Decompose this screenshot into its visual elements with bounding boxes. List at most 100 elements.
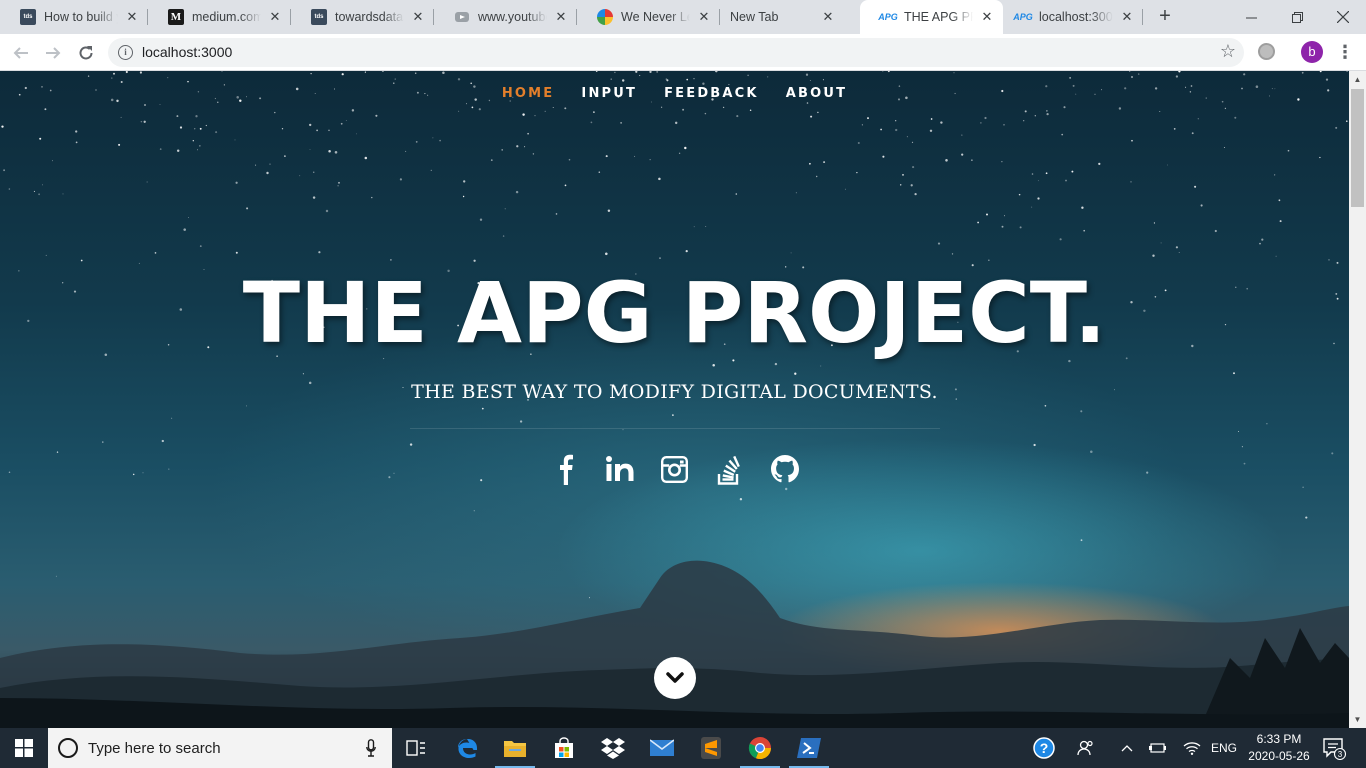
profile-avatar[interactable]: b: [1301, 41, 1323, 63]
chrome-icon[interactable]: [736, 728, 784, 768]
scroll-up-arrow-icon[interactable]: ▲: [1349, 71, 1366, 88]
scroll-down-arrow-icon[interactable]: ▼: [1349, 711, 1366, 728]
address-bar[interactable]: i localhost:3000 ☆: [108, 38, 1244, 67]
tab-close-icon[interactable]: ✕: [1119, 9, 1135, 25]
extension-icon[interactable]: [1258, 43, 1275, 60]
reload-icon: [79, 46, 93, 60]
new-tab-button[interactable]: +: [1155, 6, 1175, 27]
mail-icon[interactable]: [638, 728, 686, 768]
nav-link-home[interactable]: HOME: [502, 86, 555, 101]
clock[interactable]: 6:33 PM 2020-05-26: [1248, 731, 1310, 765]
nav-link-feedback[interactable]: FEEDBACK: [664, 86, 759, 101]
reload-button[interactable]: [73, 40, 99, 66]
browser-tab-strip: tds How to build your ✕ M medium.com ✕ t…: [0, 0, 1366, 34]
wifi-icon[interactable]: [1180, 728, 1204, 768]
github-icon[interactable]: [769, 451, 800, 487]
tab-close-icon[interactable]: ✕: [979, 9, 995, 25]
browser-tab-active[interactable]: APG THE APG PROJECT ✕: [860, 0, 1003, 34]
browser-tab[interactable]: APG localhost:3000 ✕: [1003, 0, 1143, 34]
forward-button[interactable]: [40, 40, 66, 66]
tab-title: THE APG PROJECT: [904, 10, 973, 24]
tab-close-icon[interactable]: ✕: [696, 9, 712, 25]
start-button[interactable]: [0, 728, 48, 768]
mountain-silhouette: [0, 560, 1349, 728]
browser-menu-icon[interactable]: ⋮: [1336, 41, 1354, 63]
close-window-button[interactable]: [1320, 0, 1366, 34]
tab-title: localhost:3000: [1039, 10, 1113, 24]
task-view-icon[interactable]: [392, 728, 440, 768]
back-button[interactable]: [8, 40, 34, 66]
facebook-icon[interactable]: [549, 451, 580, 487]
youtube-icon: [454, 9, 470, 25]
tab-title: www.youtube.com: [478, 10, 547, 24]
minimize-button[interactable]: [1228, 0, 1274, 34]
browser-tab[interactable]: www.youtube.com ✕: [434, 0, 577, 34]
tab-title: medium.com: [192, 10, 261, 24]
hero-subtitle: THE BEST WAY TO MODIFY DIGITAL DOCUMENTS…: [411, 381, 938, 403]
social-links: [0, 451, 1349, 487]
minimize-icon: [1245, 17, 1257, 18]
nav-link-about[interactable]: ABOUT: [786, 86, 847, 101]
tab-close-icon[interactable]: ✕: [124, 9, 140, 25]
svg-text:?: ?: [1040, 740, 1049, 756]
windows-taskbar: Type here to search ? ENG 6:33 PM 2020-0…: [0, 728, 1366, 768]
apg-icon: APG: [878, 12, 898, 22]
apg-icon: APG: [1013, 12, 1033, 22]
search-placeholder[interactable]: Type here to search: [88, 740, 221, 757]
store-icon[interactable]: [540, 728, 588, 768]
help-icon[interactable]: ?: [1030, 728, 1058, 768]
tds-icon: tds: [20, 9, 36, 25]
hero-title: THE APG PROJECT.: [242, 264, 1107, 362]
taskbar-search[interactable]: Type here to search: [48, 728, 392, 768]
scrollbar-thumb[interactable]: [1351, 89, 1364, 207]
nav-link-input[interactable]: INPUT: [581, 86, 637, 101]
tab-title: We Never Learn: [621, 10, 690, 24]
tab-title: New Tab: [730, 10, 779, 24]
file-explorer-icon[interactable]: [491, 728, 539, 768]
battery-icon[interactable]: [1146, 728, 1170, 768]
page-scrollbar[interactable]: ▲ ▼: [1349, 71, 1366, 728]
divider: [410, 428, 940, 429]
browser-tab[interactable]: We Never Learn ✕: [577, 0, 720, 34]
chevron-down-icon: [666, 672, 684, 683]
site-navbar: HOME INPUT FEEDBACK ABOUT: [0, 86, 1349, 101]
browser-toolbar: i localhost:3000 ☆: [0, 34, 1366, 71]
arrow-right-icon: [46, 47, 61, 59]
cortana-icon: [58, 738, 78, 758]
language-indicator[interactable]: ENG: [1210, 728, 1238, 768]
people-icon[interactable]: [1074, 728, 1098, 768]
colorwheel-icon: [597, 9, 613, 25]
notification-icon[interactable]: 3: [1322, 736, 1346, 760]
info-icon[interactable]: i: [118, 45, 133, 60]
linkedin-icon[interactable]: [604, 451, 635, 487]
browser-tab[interactable]: New Tab ✕: [720, 0, 860, 34]
bookmark-star-icon[interactable]: ☆: [1220, 41, 1236, 62]
powershell-icon[interactable]: [785, 728, 833, 768]
instagram-icon[interactable]: [659, 451, 690, 487]
restore-icon: [1291, 11, 1303, 23]
windows-logo-icon: [15, 739, 33, 757]
restore-button[interactable]: [1274, 0, 1320, 34]
tab-close-icon[interactable]: ✕: [410, 9, 426, 25]
tab-title: How to build your: [44, 10, 118, 24]
tab-title: towardsdatascience: [335, 10, 404, 24]
browser-tab[interactable]: M medium.com ✕: [148, 0, 291, 34]
scroll-down-button[interactable]: [654, 657, 696, 699]
chevron-up-icon[interactable]: [1116, 728, 1138, 768]
arrow-left-icon: [13, 47, 28, 59]
tab-close-icon[interactable]: ✕: [553, 9, 569, 25]
url-text[interactable]: localhost:3000: [142, 44, 232, 60]
browser-tab[interactable]: tds towardsdatascience ✕: [291, 0, 434, 34]
stackoverflow-icon[interactable]: [714, 451, 745, 487]
tab-close-icon[interactable]: ✕: [820, 9, 836, 25]
dropbox-icon[interactable]: [589, 728, 637, 768]
tab-close-icon[interactable]: ✕: [267, 9, 283, 25]
medium-icon: M: [168, 9, 184, 25]
notification-count: 3: [1338, 750, 1343, 759]
edge-icon[interactable]: [443, 728, 491, 768]
microphone-icon[interactable]: [366, 739, 376, 757]
browser-tab[interactable]: tds How to build your ✕: [0, 0, 148, 34]
page-viewport: HOME INPUT FEEDBACK ABOUT THE APG PROJEC…: [0, 71, 1349, 728]
sublime-icon[interactable]: [687, 728, 735, 768]
clock-date: 2020-05-26: [1248, 749, 1310, 763]
